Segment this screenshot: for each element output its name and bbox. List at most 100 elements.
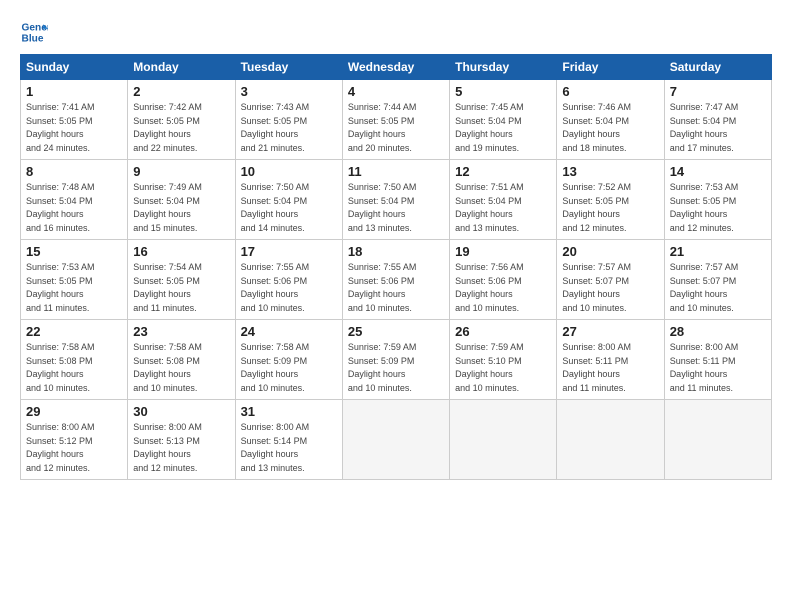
day-number: 24 bbox=[241, 324, 337, 339]
day-number: 2 bbox=[133, 84, 229, 99]
day-number: 22 bbox=[26, 324, 122, 339]
day-detail: Sunrise: 7:49 AMSunset: 5:04 PMDaylight … bbox=[133, 182, 202, 233]
day-number: 11 bbox=[348, 164, 444, 179]
day-detail: Sunrise: 7:59 AMSunset: 5:10 PMDaylight … bbox=[455, 342, 524, 393]
day-number: 5 bbox=[455, 84, 551, 99]
calendar-cell: 14 Sunrise: 7:53 AMSunset: 5:05 PMDaylig… bbox=[664, 160, 771, 240]
day-number: 1 bbox=[26, 84, 122, 99]
calendar-cell: 30 Sunrise: 8:00 AMSunset: 5:13 PMDaylig… bbox=[128, 400, 235, 480]
calendar-cell: 18 Sunrise: 7:55 AMSunset: 5:06 PMDaylig… bbox=[342, 240, 449, 320]
day-number: 25 bbox=[348, 324, 444, 339]
day-number: 18 bbox=[348, 244, 444, 259]
weekday-header-wednesday: Wednesday bbox=[342, 55, 449, 80]
day-number: 28 bbox=[670, 324, 766, 339]
day-number: 21 bbox=[670, 244, 766, 259]
weekday-header-saturday: Saturday bbox=[664, 55, 771, 80]
day-number: 16 bbox=[133, 244, 229, 259]
page: General Blue SundayMondayTuesdayWednesda… bbox=[0, 0, 792, 612]
weekday-header-tuesday: Tuesday bbox=[235, 55, 342, 80]
calendar-cell: 28 Sunrise: 8:00 AMSunset: 5:11 PMDaylig… bbox=[664, 320, 771, 400]
day-detail: Sunrise: 7:58 AMSunset: 5:08 PMDaylight … bbox=[26, 342, 95, 393]
day-detail: Sunrise: 7:48 AMSunset: 5:04 PMDaylight … bbox=[26, 182, 95, 233]
day-detail: Sunrise: 7:53 AMSunset: 5:05 PMDaylight … bbox=[670, 182, 739, 233]
day-detail: Sunrise: 7:51 AMSunset: 5:04 PMDaylight … bbox=[455, 182, 524, 233]
day-detail: Sunrise: 8:00 AMSunset: 5:12 PMDaylight … bbox=[26, 422, 95, 473]
day-number: 29 bbox=[26, 404, 122, 419]
calendar-cell: 5 Sunrise: 7:45 AMSunset: 5:04 PMDayligh… bbox=[450, 80, 557, 160]
day-detail: Sunrise: 7:59 AMSunset: 5:09 PMDaylight … bbox=[348, 342, 417, 393]
calendar-cell: 11 Sunrise: 7:50 AMSunset: 5:04 PMDaylig… bbox=[342, 160, 449, 240]
calendar-cell: 12 Sunrise: 7:51 AMSunset: 5:04 PMDaylig… bbox=[450, 160, 557, 240]
calendar-cell: 22 Sunrise: 7:58 AMSunset: 5:08 PMDaylig… bbox=[21, 320, 128, 400]
day-detail: Sunrise: 7:53 AMSunset: 5:05 PMDaylight … bbox=[26, 262, 95, 313]
calendar-week-5: 29 Sunrise: 8:00 AMSunset: 5:12 PMDaylig… bbox=[21, 400, 772, 480]
calendar-cell: 24 Sunrise: 7:58 AMSunset: 5:09 PMDaylig… bbox=[235, 320, 342, 400]
day-detail: Sunrise: 7:47 AMSunset: 5:04 PMDaylight … bbox=[670, 102, 739, 153]
day-detail: Sunrise: 7:50 AMSunset: 5:04 PMDaylight … bbox=[241, 182, 310, 233]
day-number: 30 bbox=[133, 404, 229, 419]
day-number: 6 bbox=[562, 84, 658, 99]
calendar-cell: 10 Sunrise: 7:50 AMSunset: 5:04 PMDaylig… bbox=[235, 160, 342, 240]
calendar-cell: 29 Sunrise: 8:00 AMSunset: 5:12 PMDaylig… bbox=[21, 400, 128, 480]
calendar-cell: 17 Sunrise: 7:55 AMSunset: 5:06 PMDaylig… bbox=[235, 240, 342, 320]
calendar-cell: 1 Sunrise: 7:41 AMSunset: 5:05 PMDayligh… bbox=[21, 80, 128, 160]
day-detail: Sunrise: 7:54 AMSunset: 5:05 PMDaylight … bbox=[133, 262, 202, 313]
day-detail: Sunrise: 7:57 AMSunset: 5:07 PMDaylight … bbox=[562, 262, 631, 313]
logo-icon: General Blue bbox=[20, 18, 48, 46]
day-number: 9 bbox=[133, 164, 229, 179]
calendar-cell: 15 Sunrise: 7:53 AMSunset: 5:05 PMDaylig… bbox=[21, 240, 128, 320]
calendar-cell: 2 Sunrise: 7:42 AMSunset: 5:05 PMDayligh… bbox=[128, 80, 235, 160]
day-detail: Sunrise: 7:41 AMSunset: 5:05 PMDaylight … bbox=[26, 102, 95, 153]
calendar-cell: 16 Sunrise: 7:54 AMSunset: 5:05 PMDaylig… bbox=[128, 240, 235, 320]
day-detail: Sunrise: 7:43 AMSunset: 5:05 PMDaylight … bbox=[241, 102, 310, 153]
calendar-cell: 6 Sunrise: 7:46 AMSunset: 5:04 PMDayligh… bbox=[557, 80, 664, 160]
calendar-cell bbox=[664, 400, 771, 480]
calendar-cell: 26 Sunrise: 7:59 AMSunset: 5:10 PMDaylig… bbox=[450, 320, 557, 400]
calendar-cell: 19 Sunrise: 7:56 AMSunset: 5:06 PMDaylig… bbox=[450, 240, 557, 320]
day-number: 31 bbox=[241, 404, 337, 419]
day-detail: Sunrise: 7:58 AMSunset: 5:08 PMDaylight … bbox=[133, 342, 202, 393]
calendar-week-2: 8 Sunrise: 7:48 AMSunset: 5:04 PMDayligh… bbox=[21, 160, 772, 240]
day-detail: Sunrise: 7:55 AMSunset: 5:06 PMDaylight … bbox=[348, 262, 417, 313]
calendar-week-3: 15 Sunrise: 7:53 AMSunset: 5:05 PMDaylig… bbox=[21, 240, 772, 320]
day-detail: Sunrise: 7:46 AMSunset: 5:04 PMDaylight … bbox=[562, 102, 631, 153]
header: General Blue bbox=[20, 18, 772, 46]
calendar-cell: 9 Sunrise: 7:49 AMSunset: 5:04 PMDayligh… bbox=[128, 160, 235, 240]
day-number: 20 bbox=[562, 244, 658, 259]
calendar-cell: 8 Sunrise: 7:48 AMSunset: 5:04 PMDayligh… bbox=[21, 160, 128, 240]
day-number: 4 bbox=[348, 84, 444, 99]
day-detail: Sunrise: 7:52 AMSunset: 5:05 PMDaylight … bbox=[562, 182, 631, 233]
calendar-cell bbox=[450, 400, 557, 480]
day-number: 12 bbox=[455, 164, 551, 179]
calendar-cell: 4 Sunrise: 7:44 AMSunset: 5:05 PMDayligh… bbox=[342, 80, 449, 160]
day-number: 17 bbox=[241, 244, 337, 259]
calendar-cell: 3 Sunrise: 7:43 AMSunset: 5:05 PMDayligh… bbox=[235, 80, 342, 160]
day-detail: Sunrise: 7:45 AMSunset: 5:04 PMDaylight … bbox=[455, 102, 524, 153]
calendar-week-1: 1 Sunrise: 7:41 AMSunset: 5:05 PMDayligh… bbox=[21, 80, 772, 160]
day-number: 15 bbox=[26, 244, 122, 259]
day-detail: Sunrise: 7:57 AMSunset: 5:07 PMDaylight … bbox=[670, 262, 739, 313]
calendar-week-4: 22 Sunrise: 7:58 AMSunset: 5:08 PMDaylig… bbox=[21, 320, 772, 400]
day-number: 23 bbox=[133, 324, 229, 339]
calendar-cell: 25 Sunrise: 7:59 AMSunset: 5:09 PMDaylig… bbox=[342, 320, 449, 400]
day-detail: Sunrise: 7:42 AMSunset: 5:05 PMDaylight … bbox=[133, 102, 202, 153]
calendar-cell bbox=[342, 400, 449, 480]
day-number: 7 bbox=[670, 84, 766, 99]
weekday-header-thursday: Thursday bbox=[450, 55, 557, 80]
day-number: 13 bbox=[562, 164, 658, 179]
day-number: 10 bbox=[241, 164, 337, 179]
day-detail: Sunrise: 7:55 AMSunset: 5:06 PMDaylight … bbox=[241, 262, 310, 313]
calendar-cell: 27 Sunrise: 8:00 AMSunset: 5:11 PMDaylig… bbox=[557, 320, 664, 400]
calendar-table: SundayMondayTuesdayWednesdayThursdayFrid… bbox=[20, 54, 772, 480]
calendar-cell: 13 Sunrise: 7:52 AMSunset: 5:05 PMDaylig… bbox=[557, 160, 664, 240]
day-detail: Sunrise: 8:00 AMSunset: 5:13 PMDaylight … bbox=[133, 422, 202, 473]
calendar-cell: 21 Sunrise: 7:57 AMSunset: 5:07 PMDaylig… bbox=[664, 240, 771, 320]
logo: General Blue bbox=[20, 18, 52, 46]
calendar-cell: 20 Sunrise: 7:57 AMSunset: 5:07 PMDaylig… bbox=[557, 240, 664, 320]
calendar-cell bbox=[557, 400, 664, 480]
day-number: 3 bbox=[241, 84, 337, 99]
calendar-cell: 23 Sunrise: 7:58 AMSunset: 5:08 PMDaylig… bbox=[128, 320, 235, 400]
day-detail: Sunrise: 7:44 AMSunset: 5:05 PMDaylight … bbox=[348, 102, 417, 153]
day-detail: Sunrise: 8:00 AMSunset: 5:11 PMDaylight … bbox=[562, 342, 631, 393]
day-detail: Sunrise: 7:58 AMSunset: 5:09 PMDaylight … bbox=[241, 342, 310, 393]
